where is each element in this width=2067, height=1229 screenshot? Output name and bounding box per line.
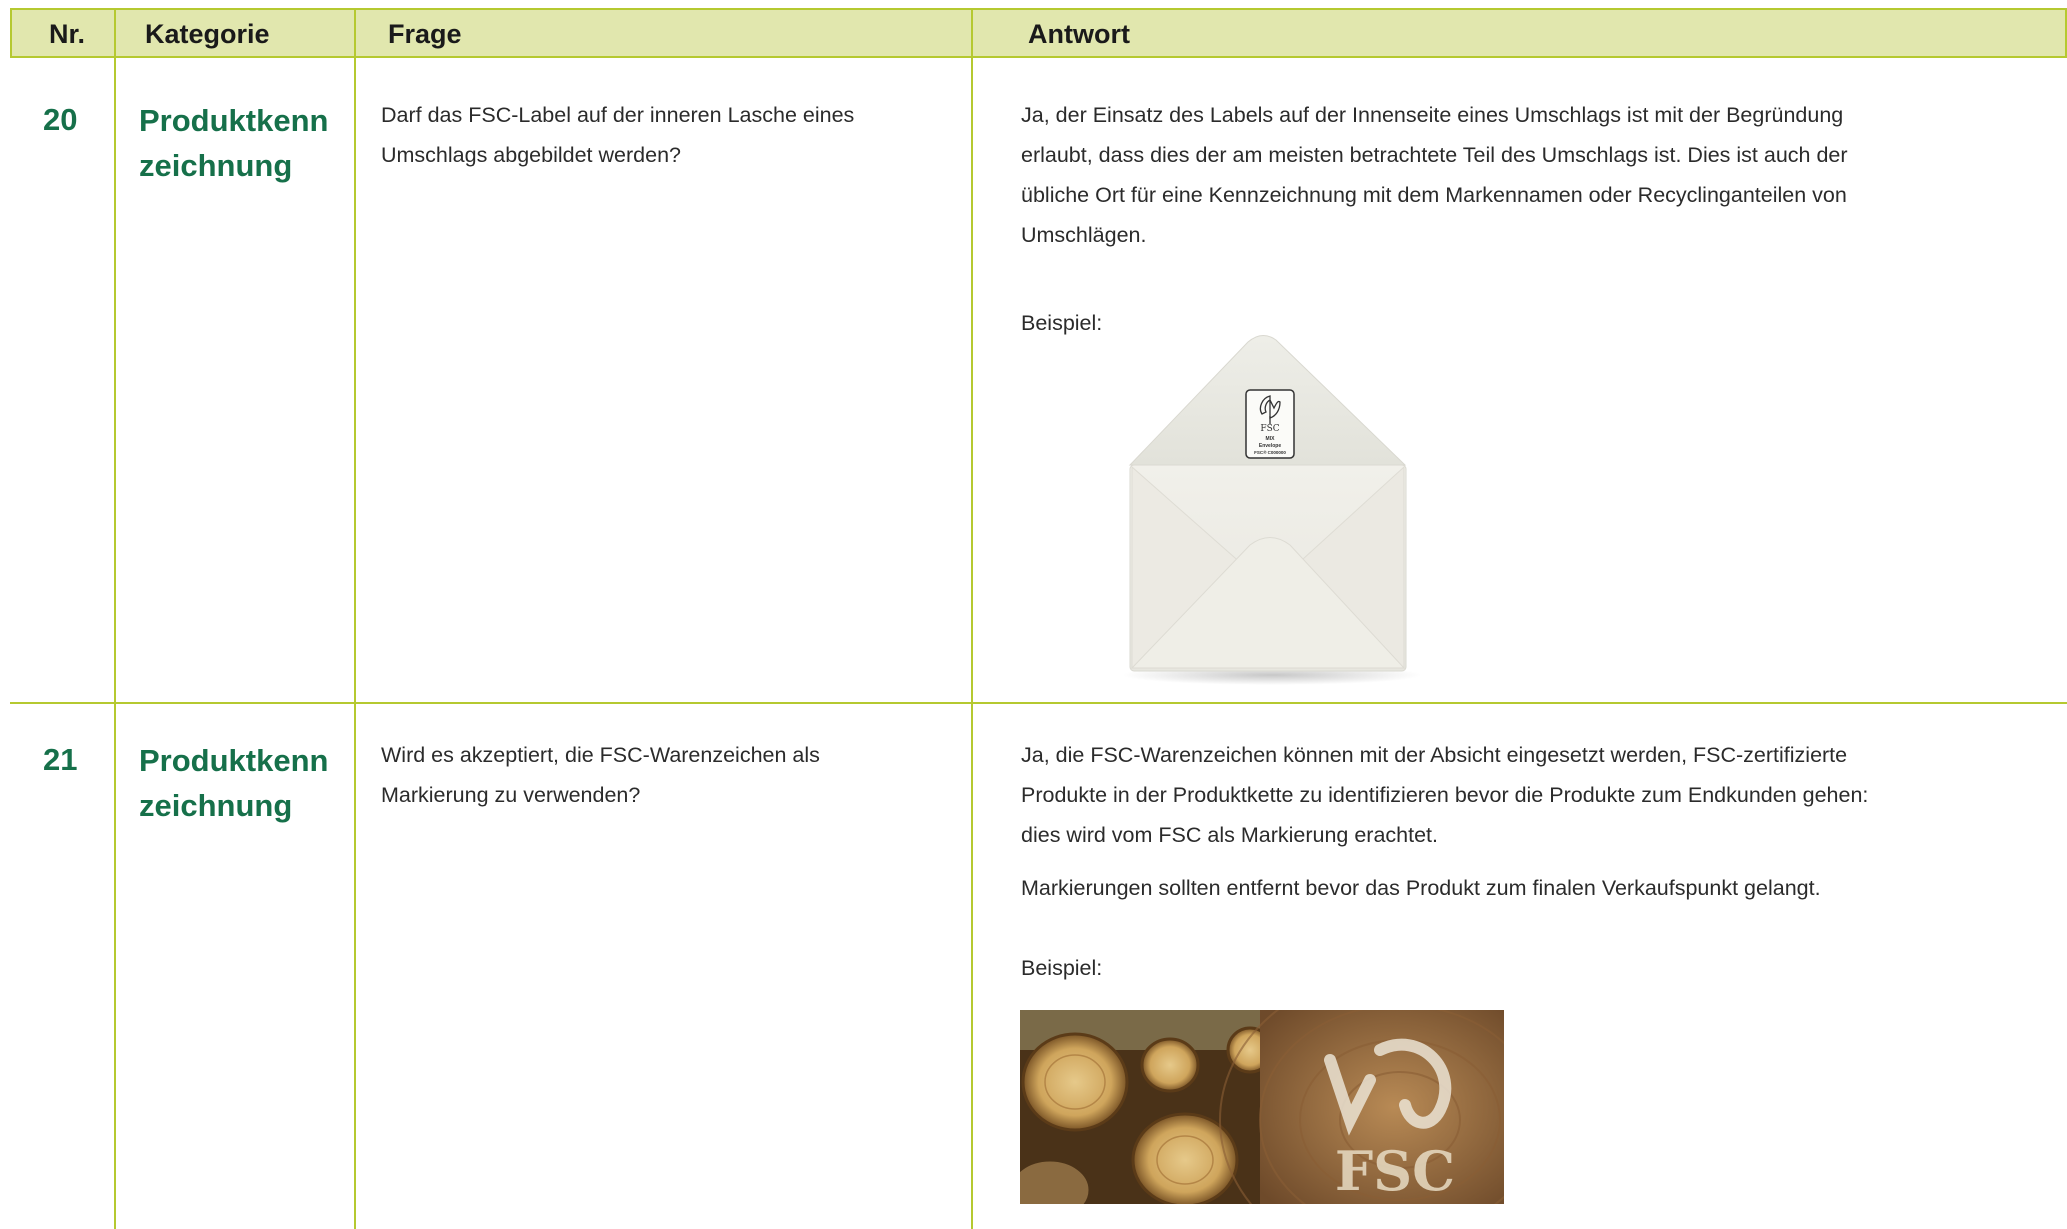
answer-line: Produkte in der Produktkette zu identifi… [1021,783,1869,807]
example-label: Beispiel: [1021,956,1103,980]
question-text: Wird es akzeptiert, die FSC-Warenzeichen… [381,735,820,815]
log-end [1140,1037,1200,1093]
log-end [1021,1032,1129,1132]
answer-line: Ja, die FSC-Warenzeichen können mit der … [1021,743,1848,767]
category-line: zeichnung [139,148,293,183]
fsc-label: FSC MIX Envelope FSC® C000000 [1245,389,1295,459]
column-divider [971,8,973,1229]
table-header: Nr. Kategorie Frage Antwort [10,8,2067,58]
log-end [1131,1112,1239,1204]
answer-note: Markierungen sollten entfernt bevor das … [1021,876,1821,900]
example-label: Beispiel: [1021,311,1103,335]
answer-line: Umschlägen. [1021,223,1147,247]
answer-text: Ja, die FSC-Warenzeichen können mit der … [1021,735,1868,855]
fsc-label-text: FSC [1260,424,1279,434]
header-nr: Nr. [49,19,86,49]
timber-marking-photo: FSC [1020,1010,1504,1204]
question-text: Darf das FSC-Label auf der inneren Lasch… [381,95,854,175]
column-divider [354,8,356,1229]
question-line: Darf das FSC-Label auf der inneren Lasch… [381,103,855,127]
category-line: Produktkenn [139,743,329,778]
header-antwort: Antwort [1028,19,1130,49]
row-divider [10,702,2067,704]
header-frage: Frage [388,19,462,49]
answer-line: dies wird vom FSC als Markierung erachte… [1021,823,1439,847]
category-label: Produktkenn zeichnung [139,738,369,828]
category-line: Produktkenn [139,103,329,138]
answer-text: Ja, der Einsatz des Labels auf der Innen… [1021,95,1848,255]
envelope-illustration: FSC MIX Envelope FSC® C000000 [1122,335,1420,685]
column-divider [114,8,116,1229]
answer-line: übliche Ort für eine Kennzeichnung mit d… [1021,183,1847,207]
category-label: Produktkenn zeichnung [139,98,369,188]
fsc-label-mix: MIX [1266,436,1276,442]
fsc-label-product: Envelope [1259,443,1281,449]
answer-line: erlaubt, dass dies der am meisten betrac… [1021,143,1848,167]
row-number: 21 [43,742,78,777]
question-line: Markierung zu verwenden? [381,783,641,807]
question-line: Wird es akzeptiert, die FSC-Warenzeichen… [381,743,820,767]
fsc-marking-text: FSC [1335,1139,1455,1203]
header-kategorie: Kategorie [145,19,270,49]
answer-line: Ja, der Einsatz des Labels auf der Innen… [1021,103,1844,127]
question-line: Umschlags abgebildet werden? [381,143,681,167]
fsc-label-code: FSC® C000000 [1254,449,1286,455]
category-line: zeichnung [139,788,293,823]
row-number: 20 [43,102,78,137]
faq-table: Nr. Kategorie Frage Antwort 20 Produktke… [10,8,2067,1229]
